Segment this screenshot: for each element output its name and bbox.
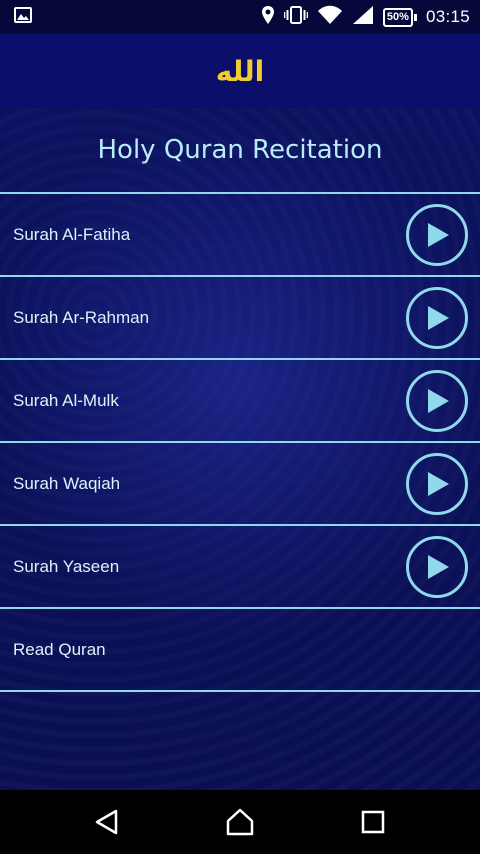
play-icon [428, 305, 449, 330]
recents-button[interactable] [343, 797, 403, 847]
list-item-al-fatiha[interactable]: Surah Al-Fatiha [0, 194, 480, 277]
list-item-label: Surah Ar-Rahman [13, 307, 150, 327]
status-bar: 50% 03:15 [0, 0, 480, 34]
play-button[interactable] [406, 452, 468, 515]
battery-cap [413, 13, 417, 21]
nav-bar [0, 790, 480, 854]
home-icon [226, 808, 254, 836]
vibrate-icon [283, 5, 309, 29]
play-icon [428, 554, 449, 579]
list-item-label: Surah Al-Fatiha [13, 224, 131, 244]
allah-logo: الله [215, 54, 265, 88]
gallery-icon [14, 7, 32, 27]
back-icon [95, 809, 117, 835]
list-item-label: Surah Yaseen [13, 556, 120, 576]
play-button[interactable] [406, 286, 468, 349]
list-item-read-quran[interactable]: Read Quran [0, 609, 480, 692]
play-button[interactable] [406, 535, 468, 598]
list-item-yaseen[interactable]: Surah Yaseen [0, 526, 480, 609]
recents-icon [362, 810, 385, 834]
list-item-waqiah[interactable]: Surah Waqiah [0, 443, 480, 526]
battery-percent: 50% [382, 7, 413, 27]
list-item-ar-rahman[interactable]: Surah Ar-Rahman [0, 277, 480, 360]
page-title: Holy Quran Recitation [0, 108, 480, 194]
home-button[interactable] [210, 797, 270, 847]
play-icon [428, 222, 449, 247]
list-item-label: Surah Waqiah [13, 473, 121, 493]
status-bar-left [14, 7, 32, 27]
wifi-icon [317, 5, 343, 29]
status-time: 03:15 [425, 7, 470, 26]
app-bar: الله [0, 34, 480, 108]
battery-icon: 50% [382, 7, 417, 27]
list-item-label: Read Quran [13, 639, 106, 659]
status-bar-right: 50% 03:15 [261, 5, 470, 29]
play-button[interactable] [406, 369, 468, 432]
list-item-label: Surah Al-Mulk [13, 390, 119, 410]
play-icon [428, 471, 449, 496]
back-button[interactable] [77, 797, 137, 847]
main-content: Holy Quran Recitation Surah Al-Fatiha Su… [0, 108, 480, 790]
play-icon [428, 388, 449, 413]
location-icon [261, 5, 275, 29]
play-button[interactable] [406, 203, 468, 266]
signal-icon [352, 5, 374, 29]
list-item-al-mulk[interactable]: Surah Al-Mulk [0, 360, 480, 443]
